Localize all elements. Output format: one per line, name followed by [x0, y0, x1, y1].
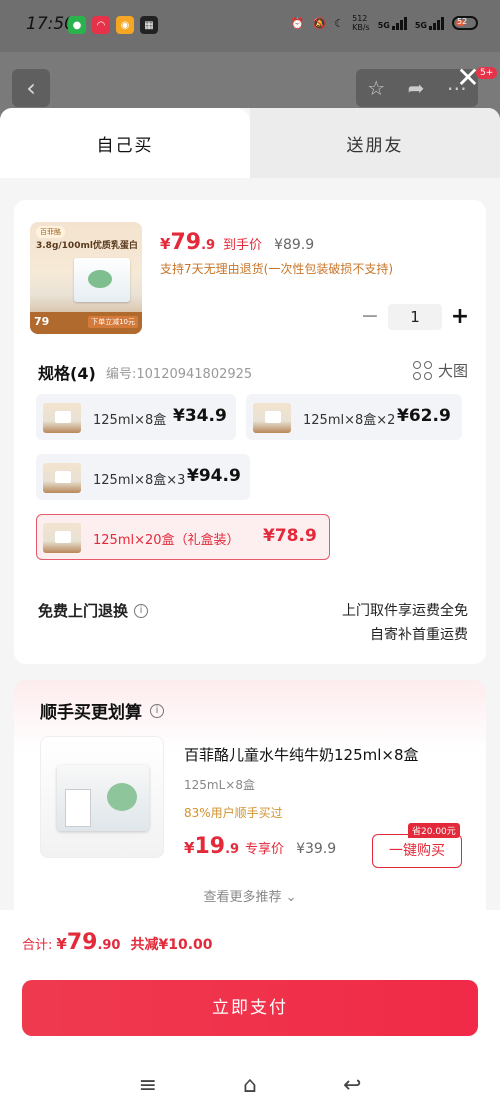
final-price: ¥79.9 — [160, 230, 216, 255]
spec-code: 编号:10120941802925 — [106, 367, 253, 382]
free-return-desc-2: 自寄补首重运费 — [370, 627, 468, 643]
product-image-headline: 3.8g/100ml优质乳蛋白 — [36, 241, 138, 251]
image-promo-price: 79 — [34, 315, 50, 328]
order-total: 合计: ¥79.90 共减¥10.00 — [22, 930, 213, 955]
addon-price: ¥19.9 — [184, 834, 240, 859]
total-saved: 共减¥10.00 — [130, 937, 213, 953]
option-label: 125ml×8盒 — [93, 413, 167, 428]
save-tag: 省20.00元 — [408, 823, 460, 838]
menu-icon[interactable]: ≡ — [139, 1073, 157, 1098]
purchase-sheet: 自己买 送朋友 百菲酪 3.8g/100ml优质乳蛋白 79 下单立减10元 ¥… — [0, 108, 500, 1111]
total-price: ¥79.90 — [56, 930, 121, 955]
status-bar: 17:50 ● ◠ ◉ ▦ ⏰ 🔕 ☾ 512 KB/s 5G 5G 52 — [0, 0, 500, 52]
option-thumbnail — [43, 463, 81, 493]
original-price: ¥89.9 — [274, 237, 315, 253]
spec-option-3[interactable]: 125ml×8盒×3 ¥94.9 — [36, 454, 250, 500]
addon-product-name[interactable]: 百菲酪儿童水牛纯牛奶125ml×8盒 — [184, 744, 419, 765]
share-icon[interactable]: ➦ — [408, 76, 425, 100]
spec-option-1[interactable]: 125ml×8盒 ¥34.9 — [36, 394, 236, 440]
product-image[interactable]: 百菲酪 3.8g/100ml优质乳蛋白 79 下单立减10元 — [30, 222, 142, 334]
tab-buy-for-self[interactable]: 自己买 — [0, 108, 250, 178]
pay-now-button[interactable]: 立即支付 — [22, 980, 478, 1036]
big-image-button[interactable]: 大图 — [412, 360, 468, 381]
spec-title: 规格(4) — [38, 364, 96, 383]
wechat-icon: ● — [68, 16, 86, 34]
option-thumbnail — [43, 403, 81, 433]
spec-option-4-selected[interactable]: 125ml×20盒（礼盒装） ¥78.9 — [36, 514, 330, 560]
option-price: ¥34.9 — [173, 406, 227, 426]
alarm-icon: ⏰ — [290, 16, 305, 30]
net-speed: 512 KB/s — [352, 14, 370, 32]
option-price: ¥94.9 — [187, 466, 241, 486]
return-policy-note: 支持7天无理由退货(一次性包装破损不支持) — [160, 262, 393, 276]
status-right: ⏰ 🔕 ☾ 512 KB/s 5G 5G 52 — [291, 14, 478, 32]
addon-price-row: ¥19.9 专享价 ¥39.9 — [184, 834, 336, 859]
checkout-footer: 合计: ¥79.90 共减¥10.00 立即支付 ≡ ⌂ ↩ — [0, 910, 500, 1111]
back-button[interactable]: ‹ — [12, 69, 50, 107]
info-icon[interactable]: i — [134, 603, 149, 618]
purchase-tabs: 自己买 送朋友 — [0, 108, 500, 178]
chevron-down-icon: ⌄ — [285, 890, 297, 905]
home-icon[interactable]: ⌂ — [243, 1073, 257, 1098]
signal-icon — [391, 16, 407, 30]
milk-box-image — [74, 258, 130, 302]
app-icon: ◠ — [92, 16, 110, 34]
addon-recommendation-card: 顺手买更划算 i 百菲酪儿童水牛纯牛奶125ml×8盒 125mL×8盒 83%… — [14, 680, 486, 920]
news-icon: ▦ — [140, 16, 158, 34]
product-card: 百菲酪 3.8g/100ml优质乳蛋白 79 下单立减10元 ¥79.9 到手价… — [14, 200, 486, 664]
addon-product-image[interactable] — [40, 736, 164, 858]
signal-icon — [429, 16, 444, 30]
image-promo-coupon: 下单立减10元 — [88, 316, 138, 328]
product-price-row: ¥79.9 到手价 ¥89.9 — [160, 230, 314, 255]
view-more-recommendations[interactable]: 查看更多推荐 ⌄ — [14, 886, 486, 905]
back-icon[interactable]: ↩ — [343, 1073, 361, 1098]
chevron-left-icon: ‹ — [26, 74, 36, 102]
one-click-buy-button[interactable]: 一键购买 — [372, 834, 462, 868]
decrease-button[interactable]: − — [360, 306, 380, 328]
star-icon[interactable]: ☆ — [367, 76, 385, 100]
signal-5g-2: 5G — [415, 16, 444, 30]
background-page-header: ‹ ☆ ➦ ⋯ — [0, 52, 500, 112]
option-price: ¥62.9 — [397, 406, 451, 426]
mute-icon: 🔕 — [312, 16, 327, 30]
increase-button[interactable]: + — [450, 306, 470, 328]
option-label: 125ml×20盒（礼盒装） — [93, 533, 240, 548]
option-thumbnail — [43, 523, 81, 553]
addon-price-label: 专享价 — [245, 842, 285, 857]
message-badge: 5+ — [476, 67, 498, 79]
brand-logo: 百菲酪 — [36, 226, 65, 238]
free-return-title: 免费上门退换 i — [38, 600, 149, 621]
total-label: 合计: — [22, 938, 53, 953]
free-return-desc-1: 上门取件享运费全免 — [342, 603, 468, 619]
battery-icon: 52 — [452, 16, 478, 30]
image-promo-strip: 79 下单立减10元 — [30, 312, 142, 334]
spec-option-2[interactable]: 125ml×8盒×2 ¥62.9 — [246, 394, 462, 440]
option-price: ¥78.9 — [263, 526, 317, 546]
addon-original-price: ¥39.9 — [296, 841, 337, 857]
spec-header: 规格(4) 编号:10120941802925 大图 — [38, 360, 468, 384]
grid-icon — [412, 361, 432, 380]
quantity-stepper: − 1 + — [360, 304, 470, 330]
system-nav-bar: ≡ ⌂ ↩ — [0, 1060, 500, 1111]
info-icon[interactable]: i — [150, 703, 164, 718]
option-label: 125ml×8盒×2 — [303, 413, 396, 428]
option-label: 125ml×8盒×3 — [93, 473, 186, 488]
addon-product-spec: 125mL×8盒 — [184, 778, 255, 792]
status-app-icons: ● ◠ ◉ ▦ — [68, 16, 158, 34]
addon-buyers-note: 83%用户顺手买过 — [184, 806, 283, 820]
weibo-icon: ◉ — [116, 16, 134, 34]
addon-header: 顺手买更划算 i — [40, 698, 164, 723]
free-return-section: 免费上门退换 i 上门取件享运费全免 自寄补首重运费 — [38, 600, 468, 650]
signal-5g-1: 5G — [378, 16, 407, 30]
final-price-label: 到手价 — [223, 238, 263, 253]
quantity-input[interactable]: 1 — [388, 304, 442, 330]
tab-send-to-friend[interactable]: 送朋友 — [250, 108, 500, 178]
option-thumbnail — [253, 403, 291, 433]
moon-icon: ☾ — [334, 16, 345, 30]
